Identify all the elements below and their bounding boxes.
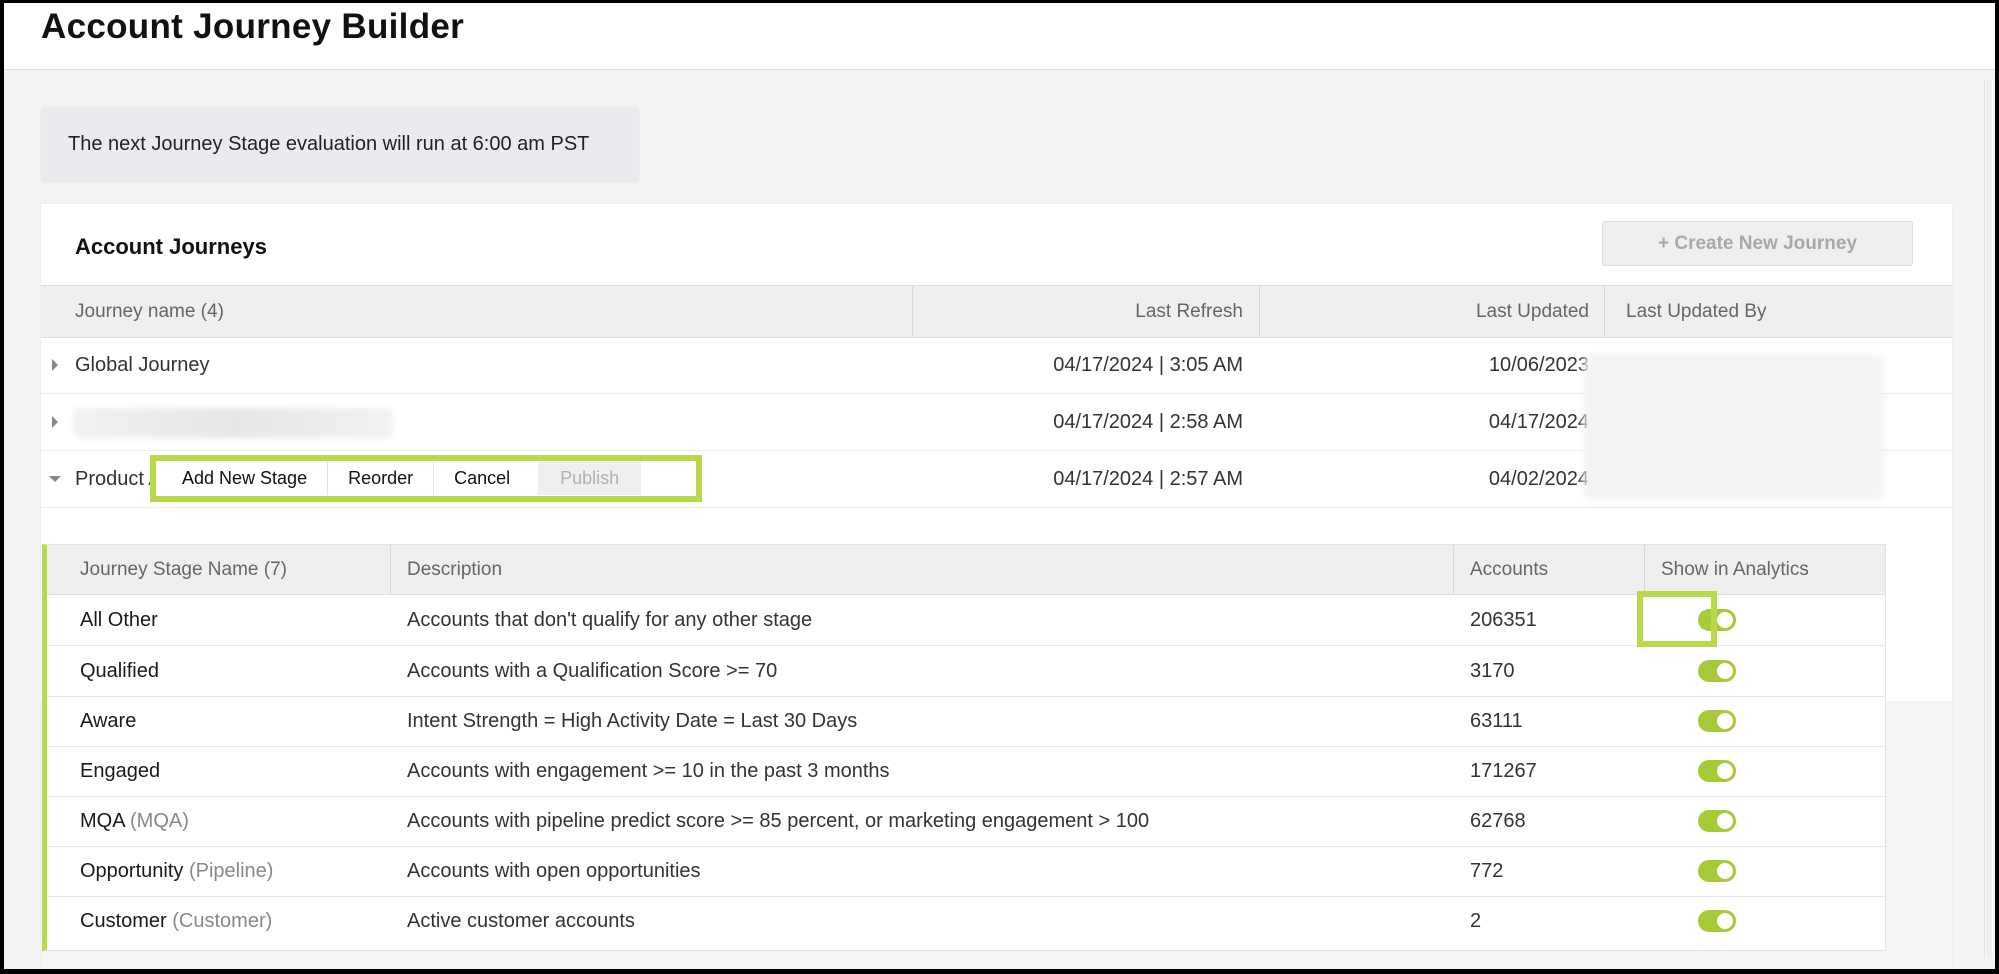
stage-accounts: 772	[1470, 860, 1504, 882]
app-frame: Account Journey Builder The next Journey…	[4, 3, 1995, 969]
expand-caret-icon[interactable]	[52, 359, 58, 371]
scrollbar[interactable]	[1984, 79, 1993, 957]
journey-name: Global Journey	[75, 354, 210, 376]
stage-description: Accounts with open opportunities	[407, 860, 701, 882]
journey-last-refresh: 04/17/2024 | 3:05 AM	[1053, 354, 1243, 376]
stage-description: Accounts with pipeline predict score >= …	[407, 810, 1150, 832]
stage-accounts: 62768	[1470, 810, 1526, 832]
header-divider	[1644, 545, 1645, 594]
stage-description: Active customer accounts	[407, 910, 635, 932]
panel-title: Account Journeys	[75, 234, 267, 259]
header-stage-name: Journey Stage Name (7)	[80, 559, 287, 580]
journey-name: Product A	[75, 468, 162, 490]
toggle-highlight-box	[1637, 591, 1717, 647]
publish-button[interactable]: Publish	[538, 462, 642, 495]
stage-name: Qualified	[80, 660, 159, 682]
journey-last-refresh: 04/17/2024 | 2:58 AM	[1053, 411, 1243, 433]
add-new-stage-button[interactable]: Add New Stage	[162, 462, 329, 495]
toggle-knob	[1717, 612, 1733, 628]
stage-accounts: 2	[1470, 910, 1482, 932]
journey-last-refresh: 04/17/2024 | 2:57 AM	[1053, 468, 1243, 490]
header-last-updated[interactable]: Last Updated	[1476, 286, 1589, 337]
header-divider	[1604, 286, 1605, 337]
evaluation-notice-text: The next Journey Stage evaluation will r…	[68, 133, 590, 155]
show-in-analytics-toggle[interactable]	[1698, 860, 1736, 882]
stage-name: MQA (MQA)	[80, 810, 189, 832]
toggle-knob	[1717, 913, 1733, 929]
toggle-knob	[1717, 763, 1733, 779]
scrollbar-thumb[interactable]	[1986, 79, 1992, 957]
stage-description: Intent Strength = High Activity Date = L…	[407, 710, 858, 732]
header-accounts: Accounts	[1470, 559, 1549, 580]
journey-stages-table: Journey Stage Name (7) Description Accou…	[42, 544, 1886, 951]
header-journey-name[interactable]: Journey name (4)	[75, 286, 224, 337]
stage-row: Aware Intent Strength = High Activity Da…	[47, 696, 1885, 747]
header-description: Description	[407, 559, 503, 580]
toggle-knob	[1717, 863, 1733, 879]
stage-accounts: 63111	[1470, 710, 1523, 732]
show-in-analytics-toggle[interactable]	[1698, 760, 1736, 782]
stage-name: Aware	[80, 710, 137, 732]
stage-suffix: (Pipeline)	[188, 860, 274, 882]
journey-last-updated: 10/06/2023	[1488, 354, 1589, 376]
redacted-journey-name	[73, 408, 393, 438]
cancel-button[interactable]: Cancel	[434, 462, 531, 495]
toggle-knob	[1717, 663, 1733, 679]
header-last-updated-by[interactable]: Last Updated By	[1626, 286, 1766, 337]
stage-row: Engaged Accounts with engagement >= 10 i…	[47, 746, 1885, 797]
stage-accounts: 3170	[1470, 660, 1515, 682]
toggle-knob	[1717, 813, 1733, 829]
header-divider	[1259, 286, 1260, 337]
header-divider	[912, 286, 913, 337]
redacted-last-updated-by	[1584, 355, 1884, 500]
show-in-analytics-toggle[interactable]	[1698, 710, 1736, 732]
show-in-analytics-toggle[interactable]	[1698, 810, 1736, 832]
stage-suffix: (Customer)	[172, 910, 273, 932]
stage-accounts: 206351	[1470, 609, 1537, 631]
stage-row: Qualified Accounts with a Qualification …	[47, 646, 1885, 697]
stage-row: MQA (MQA) Accounts with pipeline predict…	[47, 796, 1885, 847]
stages-table-header: Journey Stage Name (7) Description Accou…	[47, 545, 1885, 595]
create-new-journey-button[interactable]: + Create New Journey	[1602, 221, 1913, 266]
evaluation-notice: The next Journey Stage evaluation will r…	[41, 107, 639, 181]
reorder-button[interactable]: Reorder	[328, 462, 435, 495]
journey-last-updated: 04/17/2024	[1488, 411, 1589, 433]
stage-description: Accounts with engagement >= 10 in the pa…	[407, 760, 890, 782]
journey-actions-toolbar: Add New Stage Reorder Cancel Publish	[150, 455, 702, 502]
stage-name: Engaged	[80, 760, 161, 782]
show-in-analytics-toggle[interactable]	[1698, 910, 1736, 932]
stage-row: Opportunity (Pipeline) Accounts with ope…	[47, 846, 1885, 897]
toggle-knob	[1717, 713, 1733, 729]
header-last-refresh[interactable]: Last Refresh	[1135, 286, 1243, 337]
journey-last-updated: 04/02/2024	[1488, 468, 1589, 490]
stage-description: Accounts with a Qualification Score >= 7…	[407, 660, 778, 682]
stage-name: Customer (Customer)	[80, 910, 273, 932]
stage-row: Customer (Customer) Active customer acco…	[47, 896, 1885, 946]
show-in-analytics-toggle[interactable]	[1698, 660, 1736, 682]
collapse-caret-icon[interactable]	[49, 476, 61, 482]
stage-accounts: 171267	[1470, 760, 1537, 782]
stage-name: Opportunity (Pipeline)	[80, 860, 274, 882]
header-show-in-analytics: Show in Analytics	[1661, 559, 1809, 580]
header-bar: Account Journey Builder	[4, 3, 1995, 70]
page-title: Account Journey Builder	[41, 7, 465, 46]
journeys-table-header: Journey name (4) Last Refresh Last Updat…	[41, 285, 1952, 338]
stage-suffix: (MQA)	[130, 810, 189, 832]
stage-row: All Other Accounts that don't qualify fo…	[47, 595, 1885, 646]
stage-description: Accounts that don't qualify for any othe…	[407, 609, 813, 631]
header-divider	[1453, 545, 1454, 594]
expand-caret-icon[interactable]	[52, 416, 58, 428]
header-divider	[390, 545, 391, 594]
stage-name: All Other	[80, 609, 158, 631]
